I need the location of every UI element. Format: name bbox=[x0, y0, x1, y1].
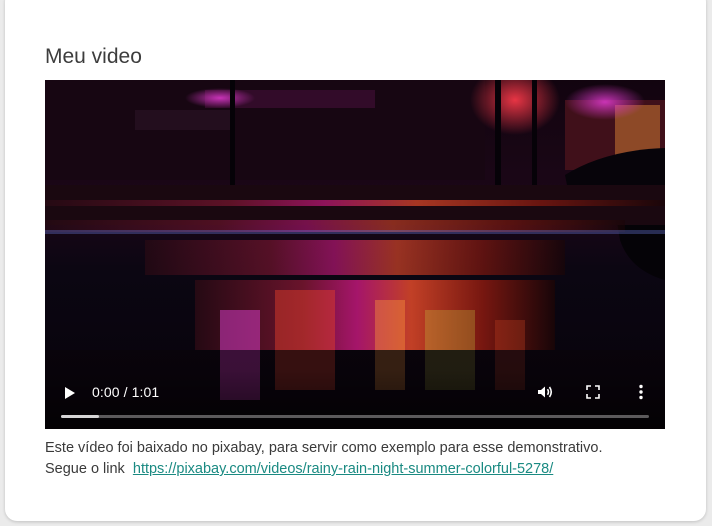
more-options-icon[interactable] bbox=[631, 382, 651, 402]
video-caption: Este vídeo foi baixado no pixabay, para … bbox=[45, 438, 675, 480]
video-player[interactable]: 0:00 / 1:01 bbox=[45, 80, 665, 429]
video-card: Meu video 0:00 / 1:01 Este vídeo foi bai… bbox=[5, 0, 706, 521]
progress-buffered bbox=[61, 415, 100, 418]
time-display: 0:00 / 1:01 bbox=[92, 384, 160, 400]
caption-link-prefix: Segue o link bbox=[45, 461, 125, 477]
pixabay-link[interactable]: https://pixabay.com/videos/rainy-rain-ni… bbox=[133, 461, 553, 477]
volume-icon[interactable] bbox=[535, 382, 555, 402]
card-title: Meu video bbox=[45, 45, 142, 68]
progress-bar[interactable] bbox=[61, 415, 649, 418]
play-icon[interactable] bbox=[59, 383, 79, 403]
fullscreen-icon[interactable] bbox=[583, 382, 603, 402]
video-controls: 0:00 / 1:01 bbox=[45, 369, 665, 429]
caption-text: Este vídeo foi baixado no pixabay, para … bbox=[45, 440, 603, 456]
